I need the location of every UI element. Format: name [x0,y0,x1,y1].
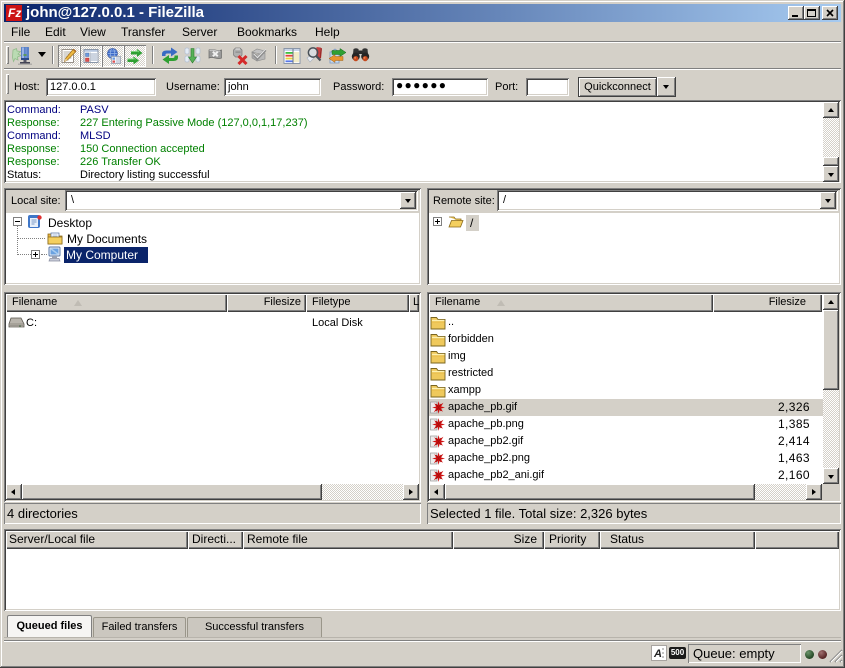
svg-text:Fz: Fz [8,6,21,20]
svg-text:A: A [653,648,662,660]
